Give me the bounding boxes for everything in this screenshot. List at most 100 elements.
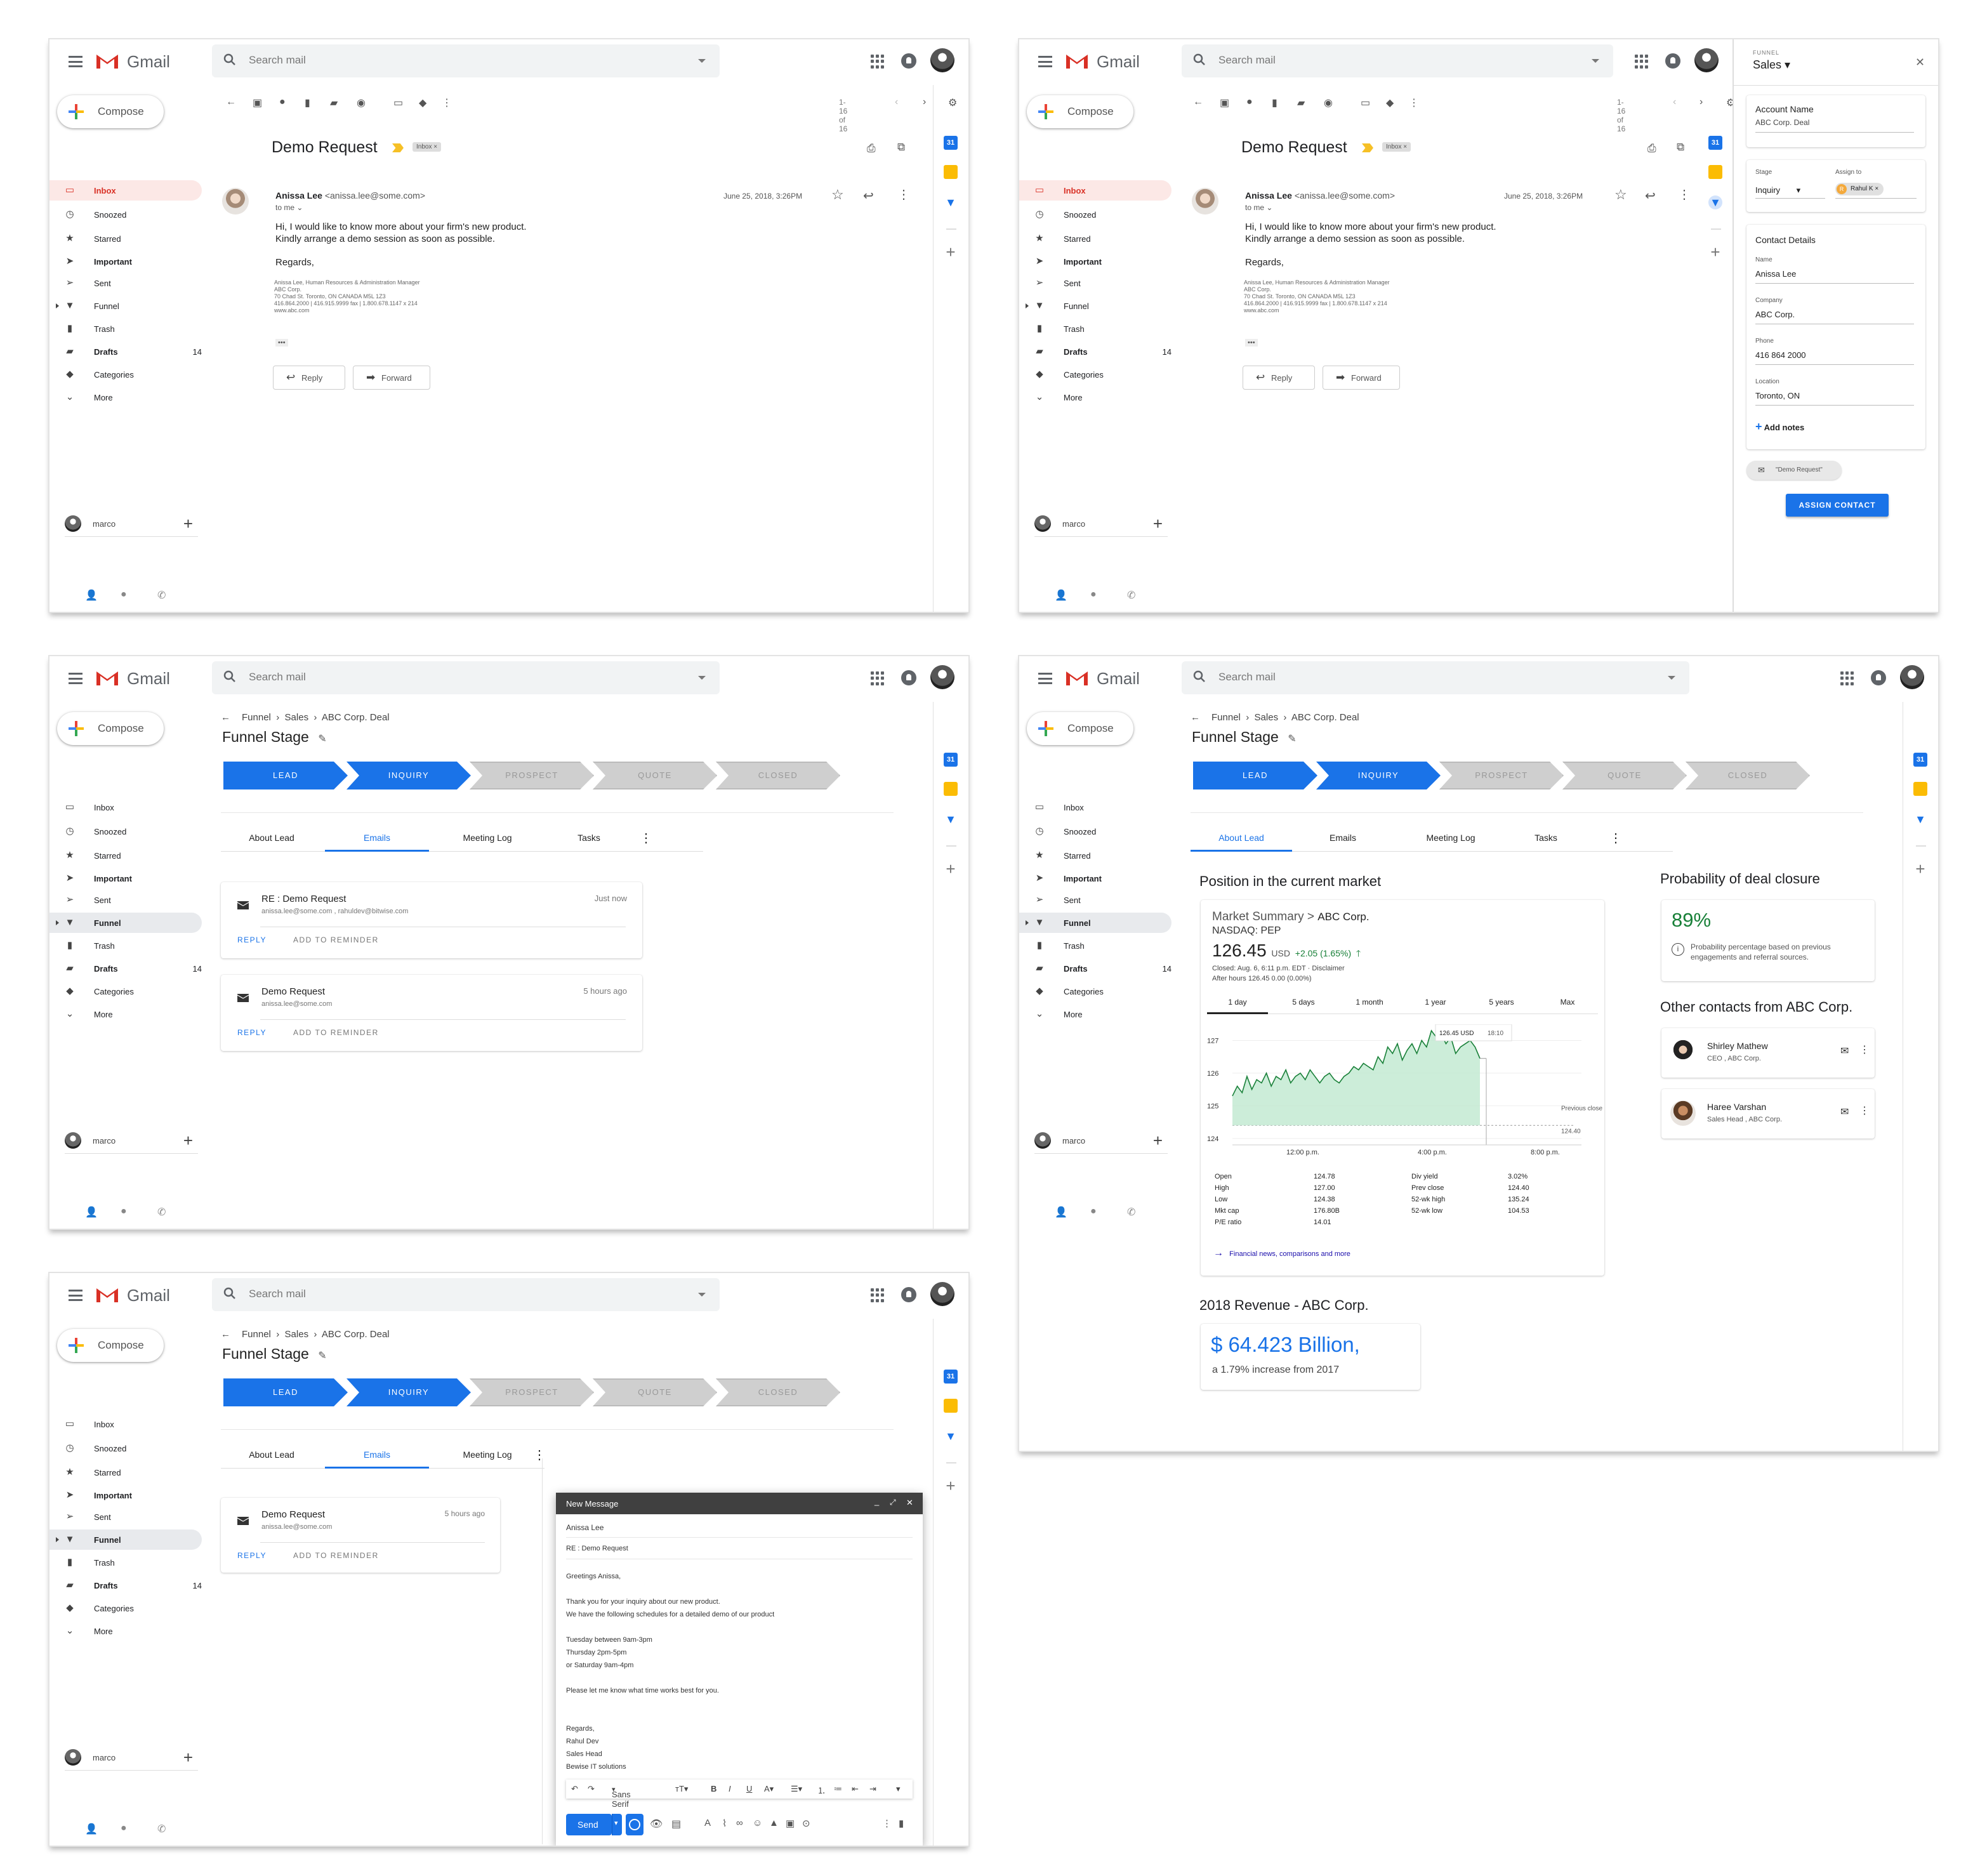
sidebar-item-funnel[interactable]: ▼ Funnel xyxy=(1019,296,1172,316)
mark-unread-icon[interactable]: ▰ xyxy=(330,96,338,109)
sidebar-item-starred[interactable]: ★ Starred xyxy=(50,845,202,866)
archive-icon[interactable]: ▣ xyxy=(253,96,262,109)
breadcrumb-item[interactable]: ABC Corp. Deal xyxy=(1291,712,1359,723)
keep-icon[interactable] xyxy=(1913,782,1927,796)
keep-icon[interactable] xyxy=(1708,165,1722,179)
funnel-email-card[interactable]: RE : Demo Request anissa.lee@some.com , … xyxy=(221,882,642,958)
stage-quote[interactable]: QUOTE xyxy=(1562,762,1687,789)
send-options-button[interactable]: ▾ xyxy=(612,1814,622,1835)
align-icon[interactable]: ☰▾ xyxy=(791,1784,802,1794)
more-vert-icon[interactable]: ⋮ xyxy=(1859,1104,1870,1117)
expand-caret-icon[interactable] xyxy=(56,1537,59,1542)
calendar-icon[interactable]: 31 xyxy=(944,753,958,767)
search-icon[interactable] xyxy=(1193,53,1206,66)
stage-prospect[interactable]: PROSPECT xyxy=(1439,762,1564,789)
reply-icon[interactable]: ↩ xyxy=(1645,188,1656,204)
sidebar-item-drafts[interactable]: ▰ Drafts 14 xyxy=(1019,958,1172,979)
contact-card[interactable]: Shirley Mathew CEO , ABC Corp. ✉ ⋮ xyxy=(1661,1028,1875,1078)
search-input[interactable]: Search mail xyxy=(212,44,720,77)
menu-icon[interactable] xyxy=(1038,673,1052,684)
add-account-icon[interactable]: + xyxy=(1153,1131,1163,1151)
contact-location-field[interactable]: Toronto, ON xyxy=(1755,391,1800,400)
more-vert-icon[interactable]: ⋮ xyxy=(442,96,452,109)
more-vert-icon[interactable]: ⋮ xyxy=(1678,187,1691,202)
expand-caret-icon[interactable] xyxy=(1026,920,1029,925)
sidebar-item-trash[interactable]: ▮ Trash xyxy=(50,319,202,339)
menu-icon[interactable] xyxy=(69,1290,82,1301)
more-formatting-icon[interactable]: ▾ xyxy=(896,1784,901,1794)
menu-icon[interactable] xyxy=(69,56,82,67)
undo-icon[interactable]: ↶ xyxy=(571,1784,578,1794)
insert-link-icon[interactable]: ∞ xyxy=(736,1818,743,1828)
formatting-options-icon[interactable]: A xyxy=(704,1818,711,1828)
archive-icon[interactable]: ▣ xyxy=(1220,96,1229,109)
sidebar-item-inbox[interactable]: ▭ Inbox xyxy=(50,797,202,817)
tab-emails[interactable]: Emails xyxy=(1305,833,1381,843)
sidebar-item-trash[interactable]: ▮ Trash xyxy=(1019,319,1172,339)
inbox-label-chip[interactable]: Inbox × xyxy=(1382,142,1411,152)
sidebar-item-trash[interactable]: ▮ Trash xyxy=(50,935,202,956)
stage-prospect[interactable]: PROSPECT xyxy=(470,762,594,789)
sidebar-item-more[interactable]: ⌄ More xyxy=(50,1004,202,1024)
sidebar-item-funnel[interactable]: ▼ Funnel xyxy=(50,1529,202,1550)
back-icon[interactable]: ← xyxy=(1191,712,1200,723)
emoji-icon[interactable]: ☺ xyxy=(753,1818,762,1828)
contact-name-field[interactable]: Anissa Lee xyxy=(1755,269,1796,279)
add-notes-button[interactable]: + Add notes xyxy=(1755,420,1804,433)
sidebar-item-snoozed[interactable]: ◷ Snoozed xyxy=(1019,821,1172,842)
underline-icon[interactable]: U xyxy=(746,1784,752,1793)
close-icon[interactable]: ✕ xyxy=(906,1498,913,1508)
range-tab[interactable]: Max xyxy=(1537,998,1598,1007)
range-tab[interactable]: 1 year xyxy=(1405,998,1466,1007)
sidebar-item-drafts[interactable]: ▰ Drafts 14 xyxy=(1019,341,1172,362)
user-account[interactable]: marco + xyxy=(1034,1128,1168,1154)
stage-quote[interactable]: QUOTE xyxy=(593,1378,717,1406)
more-vert-icon[interactable]: ⋮ xyxy=(1409,96,1419,109)
open-new-window-icon[interactable]: ⧉ xyxy=(1677,141,1684,154)
sidebar-item-more[interactable]: ⌄ More xyxy=(1019,1004,1172,1024)
font-select[interactable]: Sans Serif ▾ xyxy=(612,1785,631,1809)
snooze-icon[interactable]: ◉ xyxy=(357,96,366,109)
sidebar-item-starred[interactable]: ★ Starred xyxy=(1019,845,1172,866)
sidebar-item-sent[interactable]: ➢ Sent xyxy=(1019,890,1172,910)
sidebar-item-more[interactable]: ⌄ More xyxy=(50,1621,202,1641)
edit-icon[interactable]: ✎ xyxy=(315,734,326,744)
add-to-reminder-action[interactable]: ADD TO REMINDER xyxy=(293,935,379,944)
important-marker-icon[interactable] xyxy=(1362,143,1373,152)
bold-icon[interactable]: B xyxy=(711,1784,716,1793)
sidebar-item-trash[interactable]: ▮ Trash xyxy=(50,1552,202,1573)
move-to-icon[interactable]: ▭ xyxy=(393,96,403,109)
keep-icon[interactable] xyxy=(944,1399,958,1413)
search-options-icon[interactable] xyxy=(1592,59,1599,63)
sidebar-item-sent[interactable]: ➢ Sent xyxy=(50,273,202,293)
compose-body[interactable]: Greetings Anissa, Thank you for your inqu… xyxy=(566,1570,774,1773)
add-addon-icon[interactable]: + xyxy=(1913,861,1927,877)
search-icon[interactable] xyxy=(223,670,236,683)
bulleted-list-icon[interactable]: ≔ xyxy=(834,1784,842,1794)
keep-icon[interactable] xyxy=(944,165,958,179)
indent-more-icon[interactable]: ⇥ xyxy=(869,1784,876,1794)
tab-about-lead[interactable]: About Lead xyxy=(234,833,310,843)
stage-lead[interactable]: LEAD xyxy=(1193,762,1317,789)
sidebar-item-categories[interactable]: ◆ Categories xyxy=(1019,981,1172,1001)
more-vert-icon[interactable]: ⋮ xyxy=(1609,830,1622,846)
sidebar-item-categories[interactable]: ◆ Categories xyxy=(1019,364,1172,385)
contact-phone-field[interactable]: 416 864 2000 xyxy=(1755,350,1806,360)
market-summary-link[interactable]: Market Summary > xyxy=(1212,910,1314,923)
subject-field[interactable]: RE : Demo Request xyxy=(566,1545,628,1552)
sidebar-item-trash[interactable]: ▮ Trash xyxy=(1019,935,1172,956)
user-account[interactable]: marco + xyxy=(65,512,198,537)
user-account[interactable]: marco + xyxy=(1034,512,1168,537)
show-trimmed-button[interactable]: ••• xyxy=(1245,339,1258,347)
tab-tasks[interactable]: Tasks xyxy=(551,833,627,843)
italic-icon[interactable]: I xyxy=(729,1784,731,1793)
funnel-addon-icon[interactable]: ▼ xyxy=(944,1429,958,1443)
sidebar-item-starred[interactable]: ★ Starred xyxy=(50,1462,202,1483)
apps-icon[interactable] xyxy=(871,671,885,685)
edit-icon[interactable]: ✎ xyxy=(315,1351,326,1361)
tab-about-lead[interactable]: About Lead xyxy=(1191,833,1292,852)
range-tab[interactable]: 5 days xyxy=(1273,998,1334,1007)
user-account[interactable]: marco + xyxy=(65,1128,198,1154)
inbox-label-chip[interactable]: Inbox × xyxy=(412,142,442,152)
funnel-select[interactable]: Sales ▾ xyxy=(1753,58,1790,72)
